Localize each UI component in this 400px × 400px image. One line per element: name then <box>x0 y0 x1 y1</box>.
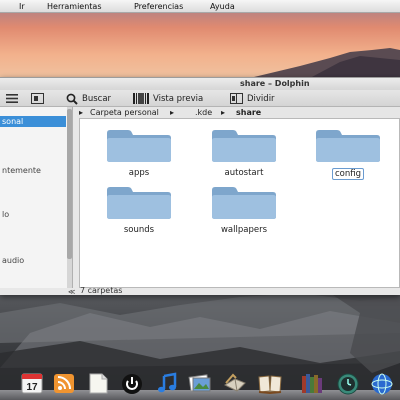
folder-icon <box>107 130 171 162</box>
menu-ir[interactable]: Ir <box>19 2 25 11</box>
breadcrumb-kde[interactable]: .kde <box>195 108 212 117</box>
menu-ayuda[interactable]: Ayuda <box>210 2 235 11</box>
window-titlebar[interactable]: share – Dolphin <box>0 78 400 90</box>
columns-view-icon <box>31 93 44 104</box>
document-icon[interactable] <box>86 371 110 395</box>
search-label: Buscar <box>82 93 112 104</box>
sidebar-item-label: sonal <box>2 117 24 126</box>
sidebar-item-label: ntemente <box>2 166 41 175</box>
book-icon[interactable] <box>258 371 282 395</box>
mail-icon[interactable] <box>223 371 247 395</box>
folder-name: autostart <box>224 168 264 178</box>
folder-item-sounds[interactable]: sounds <box>104 186 174 235</box>
rss-icon[interactable] <box>52 371 76 395</box>
search-icon <box>66 93 78 105</box>
library-icon[interactable] <box>301 371 325 395</box>
preview-label: Vista previa <box>153 93 204 104</box>
details-view-button[interactable] <box>6 92 18 105</box>
folder-icon <box>212 187 276 219</box>
file-view[interactable]: apps autostart config sounds wallpapers <box>79 118 400 288</box>
breadcrumb-share[interactable]: share <box>236 108 261 117</box>
folder-icon <box>107 187 171 219</box>
folder-item-autostart[interactable]: autostart <box>209 129 279 178</box>
status-text: 7 carpetas <box>80 286 123 295</box>
breadcrumb-arrow-icon: ▸ <box>79 108 84 117</box>
search-button[interactable]: Buscar <box>66 92 111 105</box>
breadcrumb-separator-icon: ▸ <box>170 108 175 117</box>
folder-item-apps[interactable]: apps <box>104 129 174 178</box>
breadcrumb: ▸ Carpeta personal ▸ .kde ▸ share <box>77 107 400 118</box>
time-machine-icon[interactable] <box>336 371 360 395</box>
sidebar-item-label: lo <box>2 210 10 219</box>
menu-preferencias[interactable]: Preferencias <box>134 2 183 11</box>
window-title: share – Dolphin <box>240 79 310 88</box>
globe-icon[interactable] <box>370 371 394 395</box>
folder-item-config[interactable]: config <box>313 129 383 180</box>
dolphin-window: share – Dolphin Buscar Vista previa Divi… <box>0 77 400 296</box>
sidebar-item-label: audio <box>2 256 25 265</box>
music-icon[interactable] <box>155 371 179 395</box>
sidebar-scrollbar-thumb[interactable] <box>67 109 72 259</box>
folder-icon <box>212 130 276 162</box>
preview-button[interactable]: Vista previa <box>133 92 203 105</box>
split-button[interactable]: Dividir <box>230 92 275 105</box>
calendar-icon[interactable]: 17 <box>20 371 44 395</box>
collapse-sidebar-icon[interactable]: ≪ <box>68 288 75 296</box>
toolbar: Buscar Vista previa Dividir <box>0 90 400 107</box>
power-icon[interactable] <box>120 371 144 395</box>
folder-item-wallpapers[interactable]: wallpapers <box>209 186 279 235</box>
calendar-day: 17 <box>26 382 38 393</box>
details-view-icon <box>6 94 18 103</box>
folder-name: wallpapers <box>220 225 268 235</box>
dock: 17 <box>14 368 400 400</box>
sidebar-scrollbar[interactable] <box>67 107 72 288</box>
places-sidebar: sonal ntemente lo audio <box>0 107 73 288</box>
breadcrumb-home[interactable]: Carpeta personal <box>90 108 159 117</box>
sidebar-item-home[interactable]: sonal <box>0 116 66 127</box>
preview-icon <box>133 93 149 104</box>
folder-icon <box>316 130 380 162</box>
columns-view-button[interactable] <box>31 92 44 105</box>
folder-name: config <box>331 168 364 180</box>
status-bar: 7 carpetas <box>79 286 400 296</box>
folder-name: sounds <box>123 225 155 235</box>
photos-icon[interactable] <box>188 371 212 395</box>
breadcrumb-separator-icon: ▸ <box>221 108 226 117</box>
split-label: Dividir <box>247 93 275 104</box>
menu-herramientas[interactable]: Herramientas <box>47 2 102 11</box>
folder-name: apps <box>128 168 150 178</box>
split-icon <box>230 93 243 104</box>
global-menubar: Ir Herramientas Preferencias Ayuda <box>0 0 400 13</box>
